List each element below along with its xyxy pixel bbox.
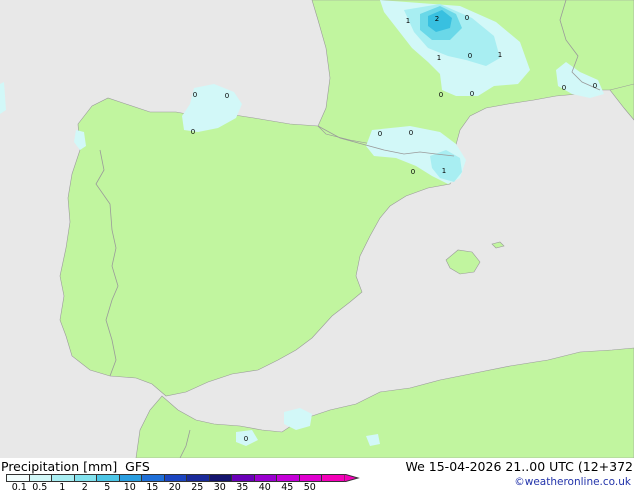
precip-value: 0 — [465, 14, 469, 22]
precip-value: 0 — [411, 168, 415, 176]
scale-tick-label: 50 — [303, 482, 316, 493]
precip-value: 1 — [498, 51, 502, 59]
scale-swatch — [186, 474, 209, 482]
site-credit[interactable]: ©weatheronline.co.uk — [514, 476, 631, 488]
precip-value: 1 — [406, 17, 410, 25]
precip-value: 0 — [468, 52, 472, 60]
scale-tick-label: 20 — [168, 482, 181, 493]
scale-tick-label: 30 — [213, 482, 226, 493]
scale-swatch — [231, 474, 254, 482]
scale-tick-label: 25 — [191, 482, 204, 493]
precip-value: 0 — [225, 92, 229, 100]
precip-value: 1 — [442, 167, 446, 175]
scale-swatch — [163, 474, 186, 482]
scale-swatch — [51, 474, 74, 482]
precip-value: 2 — [435, 15, 439, 23]
scale-tick-label: 0.1 — [11, 482, 27, 493]
scale-swatch — [276, 474, 299, 482]
scale-tick-label: 35 — [236, 482, 249, 493]
precip-value: 0 — [193, 91, 197, 99]
scale-tick-label: 40 — [258, 482, 271, 493]
scale-swatch — [96, 474, 119, 482]
legend-footer: Precipitation [mm] GFS We 15-04-2026 21.… — [0, 458, 634, 493]
scale-swatch — [73, 474, 96, 482]
precip-value: 1 — [437, 54, 441, 62]
precipitation-map: 1 2 0 1 0 1 0 0 0 0 0 0 0 0 0 0 1 0 — [0, 0, 634, 458]
scale-tick-labels: 0.1 0.5 1 2 5 10 15 20 25 30 35 40 45 50 — [0, 482, 340, 493]
precip-value: 0 — [439, 91, 443, 99]
precip-value: 0 — [562, 84, 566, 92]
scale-swatch — [253, 474, 276, 482]
scale-swatch — [28, 474, 51, 482]
legend-title: Precipitation [mm] GFS — [1, 459, 150, 474]
scale-swatch — [208, 474, 231, 482]
precip-color-scale — [6, 474, 344, 482]
scale-tick-label: 10 — [123, 482, 136, 493]
precip-value: 0 — [409, 129, 413, 137]
precip-value: 0 — [191, 128, 195, 136]
scale-tick-label: 5 — [104, 482, 111, 493]
map-canvas: 1 2 0 1 0 1 0 0 0 0 0 0 0 0 0 0 1 0 — [0, 0, 634, 458]
scale-tick-label: 1 — [59, 482, 66, 493]
scale-tick-label: 45 — [281, 482, 294, 493]
scale-swatch — [141, 474, 164, 482]
precip-value: 0 — [593, 82, 597, 90]
scale-swatch — [6, 474, 29, 482]
precip-value: 0 — [244, 435, 248, 443]
precip-value: 0 — [378, 130, 382, 138]
precip-value: 0 — [470, 90, 474, 98]
scale-swatch — [321, 474, 344, 482]
scale-arrow-tip — [343, 474, 360, 482]
scale-swatch — [298, 474, 321, 482]
scale-tick-label: 15 — [146, 482, 159, 493]
forecast-run-info: We 15-04-2026 21..00 UTC (12+372 — [405, 459, 633, 474]
scale-tick-label: 2 — [81, 482, 88, 493]
scale-tick-label: 0.5 — [32, 482, 48, 493]
scale-swatch — [118, 474, 141, 482]
